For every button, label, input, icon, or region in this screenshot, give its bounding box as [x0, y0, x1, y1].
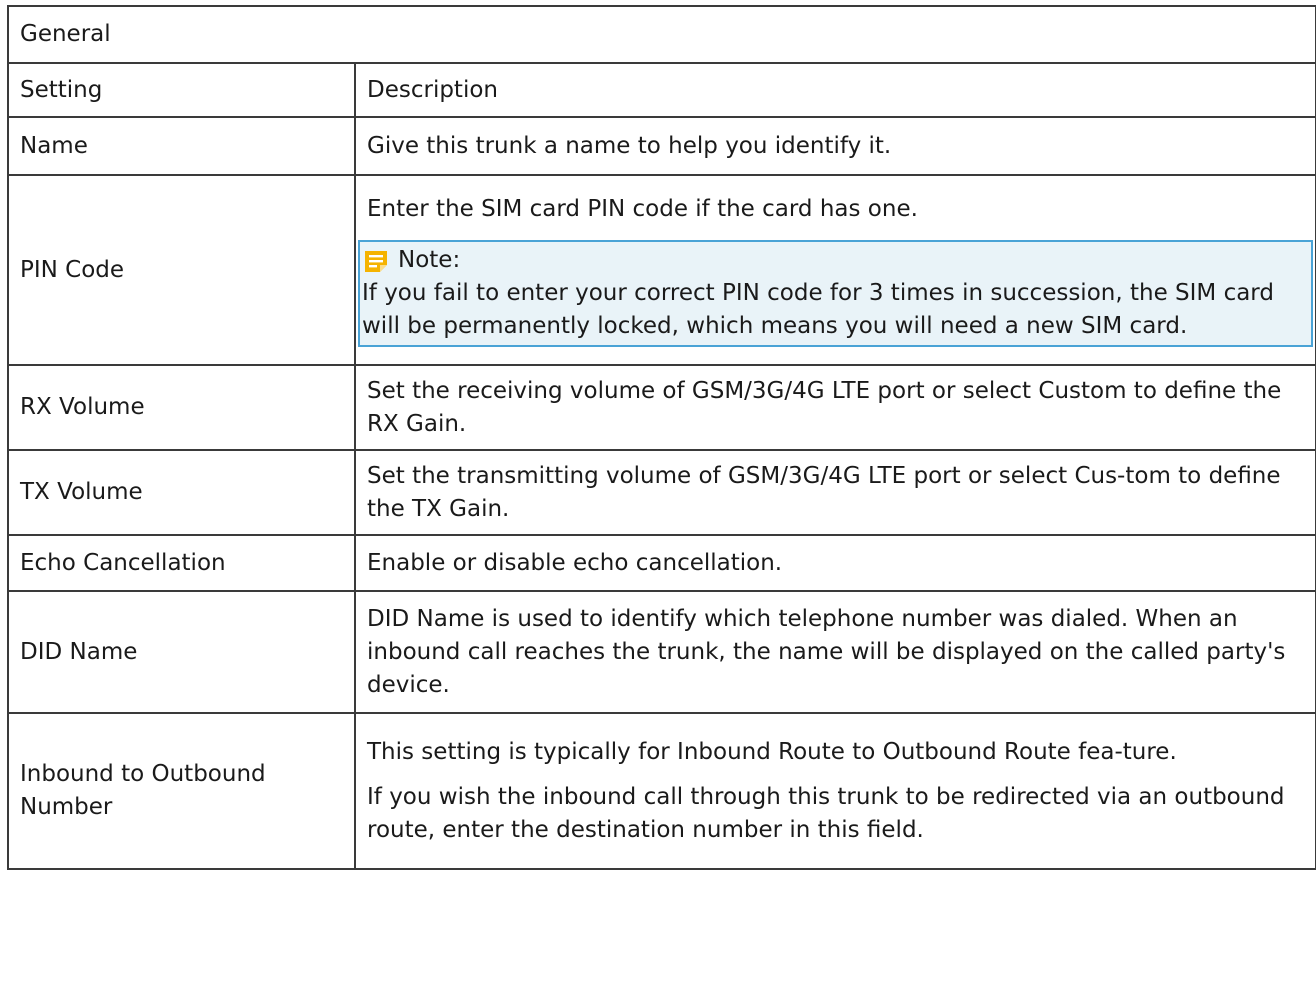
setting-tx-volume: TX Volume	[7, 449, 356, 536]
setting-pin-code: PIN Code	[7, 174, 356, 366]
description-rx-volume: Set the receiving volume of GSM/3G/4G LT…	[354, 364, 1316, 451]
section-title-row: General	[7, 5, 1316, 64]
description-name: Give this trunk a name to help you ident…	[354, 116, 1316, 176]
note-text: If you fail to enter your correct PIN co…	[362, 280, 1274, 339]
description-echo-cancellation: Enable or disable echo cancellation.	[354, 534, 1316, 592]
setting-did-name: DID Name	[7, 590, 356, 714]
pin-description-text: Enter the SIM card PIN code if the card …	[367, 196, 918, 222]
description-tx-volume: Set the transmitting volume of GSM/3G/4G…	[354, 449, 1316, 536]
setting-rx-volume: RX Volume	[7, 364, 356, 451]
setting-inbound-to-outbound: Inbound to Outbound Number	[7, 712, 356, 870]
table-row-inbound-to-outbound: Inbound to Outbound Number This setting …	[7, 712, 1316, 870]
page: General Setting Description Name Give th…	[0, 0, 1316, 989]
description-inbound-to-outbound: This setting is typically for Inbound Ro…	[354, 712, 1316, 870]
inbound-description-1: This setting is typically for Inbound Ro…	[367, 738, 1177, 765]
section-title: General	[7, 5, 1316, 64]
header-setting: Setting	[7, 62, 356, 118]
header-description: Description	[354, 62, 1316, 118]
setting-echo-cancellation: Echo Cancellation	[7, 534, 356, 592]
note-box: Note: If you fail to enter your correct …	[358, 240, 1313, 347]
description-did-name: DID Name is used to identify which telep…	[354, 590, 1316, 714]
table-header-row: Setting Description	[7, 62, 1316, 118]
table-row-rx-volume: RX Volume Set the receiving volume of GS…	[7, 364, 1316, 451]
note-label: Note:	[398, 247, 461, 273]
table-row-name: Name Give this trunk a name to help you …	[7, 116, 1316, 176]
table-row-pin-code: PIN Code Enter the SIM card PIN code if …	[7, 174, 1316, 366]
settings-table: General Setting Description Name Give th…	[7, 5, 1316, 870]
table-row-tx-volume: TX Volume Set the transmitting volume of…	[7, 449, 1316, 536]
note-icon	[362, 247, 390, 275]
setting-name: Name	[7, 116, 356, 176]
inbound-description-2: If you wish the inbound call through thi…	[367, 783, 1285, 843]
note-header: Note:	[362, 244, 1305, 277]
table-row-did-name: DID Name DID Name is used to identify wh…	[7, 590, 1316, 714]
description-pin-code: Enter the SIM card PIN code if the card …	[354, 174, 1316, 366]
table-row-echo-cancellation: Echo Cancellation Enable or disable echo…	[7, 534, 1316, 592]
